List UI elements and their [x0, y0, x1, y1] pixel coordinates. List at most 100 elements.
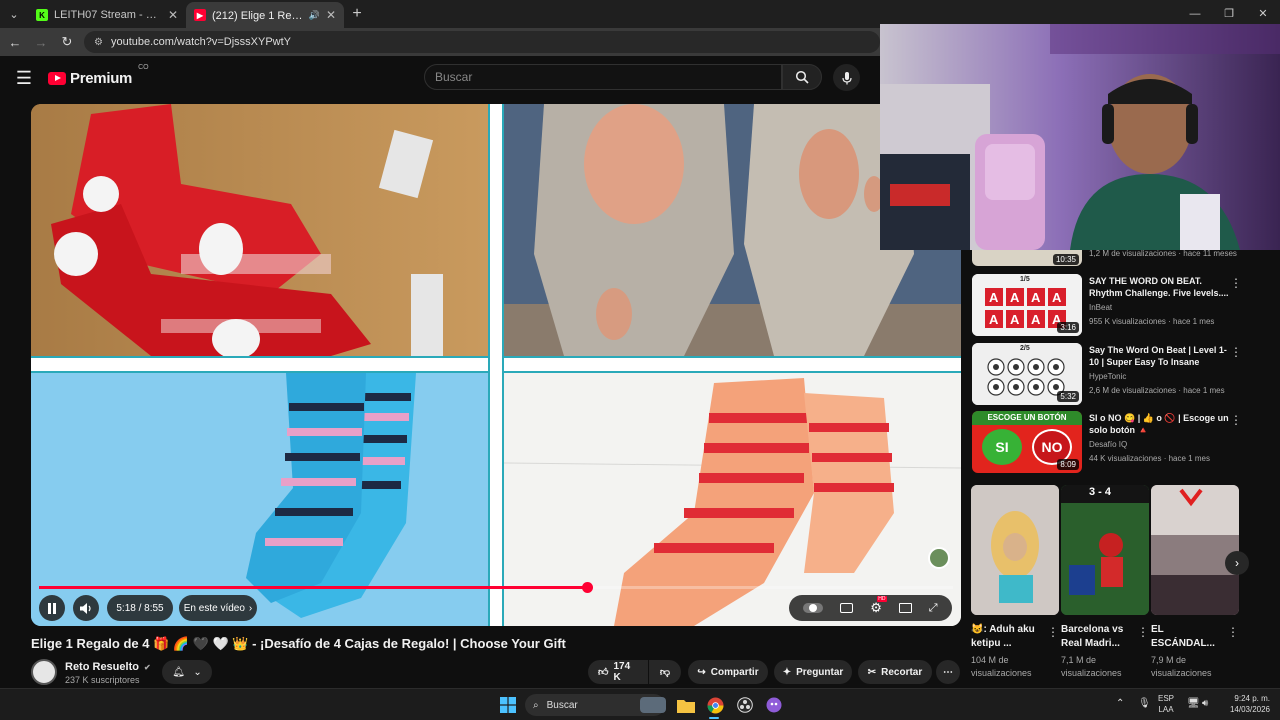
language-indicator[interactable]: ESP LAA: [1158, 693, 1174, 715]
more-vert-icon[interactable]: ⋮: [1230, 413, 1242, 427]
video-duration: 3:16: [1057, 322, 1079, 333]
progress-played: [39, 586, 588, 589]
short-item[interactable]: 3 - 4 Barcelona vs Real Madri... 7,1 M d…: [1061, 485, 1149, 680]
language-code: ESP: [1158, 694, 1175, 703]
sidebar-video[interactable]: 2/5 5:32 Say The Word On Beat | Level 1-…: [972, 343, 1242, 405]
like-count: 174 K: [613, 661, 631, 683]
ask-label: Preguntar: [796, 666, 844, 678]
volume-tray-icon[interactable]: 🔊︎: [1202, 698, 1208, 709]
thumbnail-banner: ESCOGE UN BOTÓN: [972, 411, 1082, 425]
country-code: CO: [138, 63, 149, 71]
more-vert-icon[interactable]: ⋮: [1230, 345, 1242, 359]
streaming-app-icon[interactable]: [764, 695, 784, 715]
menu-icon[interactable]: ☰: [0, 68, 48, 89]
video-duration: 5:32: [1057, 391, 1079, 402]
sidebar-video[interactable]: ESCOGE UN BOTÓN SI NO 8:09 SI o NO 😋 | 👍…: [972, 411, 1242, 473]
tab-youtube-video[interactable]: ▶ (212) Elige 1 Regalo de 4 🎁 🔊 ✕: [186, 2, 344, 28]
tab-search-menu-icon[interactable]: ⌄: [0, 0, 28, 28]
widgets-icon[interactable]: [640, 697, 666, 713]
microphone-tray-icon[interactable]: 🎙︎: [1138, 698, 1151, 709]
sidebar-video[interactable]: AAAAAAAA 1/5 3:16 SAY THE WORD ON BEAT. …: [972, 274, 1242, 336]
channel-name-row[interactable]: Reto Resuelto ✔: [65, 661, 151, 673]
video-channel[interactable]: Desafío IQ: [1089, 440, 1127, 449]
pause-button[interactable]: [39, 595, 65, 621]
voice-search-button[interactable]: [833, 64, 860, 91]
autoplay-toggle[interactable]: [803, 603, 824, 613]
video-channel[interactable]: InBeat: [1089, 303, 1112, 312]
more-vert-icon[interactable]: ⋮: [1230, 276, 1242, 290]
svg-text:A: A: [1010, 312, 1020, 327]
sidebar-video-partial[interactable]: 10:35 1,2 M de visualizaciones · hace 11…: [972, 249, 1242, 266]
progress-bar[interactable]: [39, 586, 953, 589]
miniplayer-icon[interactable]: [898, 603, 912, 613]
volume-icon: [79, 602, 91, 614]
youtube-play-icon: [48, 71, 66, 85]
video-thumbnail: 2/5 5:32: [972, 343, 1082, 405]
url-field[interactable]: ⚙ youtube.com/watch?v=DjsssXYPwtY: [84, 31, 880, 53]
video-channel[interactable]: HypeTonic: [1089, 372, 1126, 381]
back-icon[interactable]: ←: [6, 35, 24, 50]
more-vert-icon[interactable]: ⋮: [1227, 625, 1239, 639]
youtube-premium-logo[interactable]: Premium CO: [48, 64, 149, 87]
subscription-bell-button[interactable]: 🔔︎ ⌄: [162, 660, 212, 684]
shorts-next-button[interactable]: ›: [1225, 551, 1249, 575]
dislike-button[interactable]: 👎︎: [649, 660, 681, 684]
level-badge: 2/5: [1020, 345, 1030, 352]
video-thumbnail: AAAAAAAA 1/5 3:16: [972, 274, 1082, 336]
hd-badge: HD: [877, 596, 887, 602]
like-button[interactable]: 👍︎ 174 K: [588, 660, 648, 684]
close-tab-icon[interactable]: ✕: [326, 8, 336, 22]
video-player[interactable]: 5:18 / 8:55 En este vídeo › ⚙ HD ⤢: [31, 104, 961, 626]
forward-icon[interactable]: →: [32, 35, 50, 50]
reload-icon[interactable]: ↻: [58, 34, 76, 50]
video-title[interactable]: SAY THE WORD ON BEAT. Rhythm Challenge. …: [1089, 275, 1229, 299]
video-title[interactable]: SI o NO 😋 | 👍 o 🚫 | Escoge un solo botón…: [1089, 412, 1229, 436]
short-views: 7,9 M de visualizaciones: [1151, 655, 1212, 678]
sparkle-icon: ✦: [782, 666, 792, 678]
more-vert-icon[interactable]: ⋮: [1137, 625, 1149, 639]
video-duration: 10:35: [1052, 254, 1079, 265]
youtube-favicon-icon: ▶: [194, 9, 206, 21]
short-title: 😺: Aduh aku ketipu ...: [971, 624, 1035, 649]
windows-taskbar: ⌕ Buscar ⌃ 🎙︎ ESP LAA 🖥︎ 🔊︎ 9:24 p. m. 1…: [0, 688, 1280, 720]
close-tab-icon[interactable]: ✕: [168, 8, 178, 22]
site-info-icon[interactable]: ⚙: [94, 37, 103, 48]
more-vert-icon[interactable]: ⋮: [1047, 625, 1059, 639]
short-item[interactable]: EL ESCÁNDAL... 7,9 M de visualizaciones …: [1151, 485, 1239, 680]
fullscreen-icon[interactable]: ⤢: [929, 602, 938, 615]
new-tab-button[interactable]: +: [344, 5, 370, 23]
thumbs-up-icon: 👍︎: [598, 667, 609, 678]
ask-button[interactable]: ✦ Preguntar: [774, 660, 852, 684]
streamer-webcam-overlay: [880, 24, 1280, 250]
video-meta: 955 K visualizaciones · hace 1 mes: [1089, 317, 1215, 326]
windows-start-icon[interactable]: [498, 695, 518, 715]
volume-button[interactable]: [73, 595, 99, 621]
show-hidden-icons[interactable]: ⌃: [1116, 698, 1124, 709]
search-input[interactable]: Buscar: [424, 64, 782, 90]
short-item[interactable]: 😺: Aduh aku ketipu ... 104 M de visualiz…: [971, 485, 1059, 680]
channel-name[interactable]: Reto Resuelto: [65, 661, 139, 673]
tab-kick-stream[interactable]: K LEITH07 Stream - Watch Live on ✕: [28, 2, 186, 28]
short-thumbnail: 3 - 4: [1061, 485, 1149, 615]
network-icon[interactable]: 🖥︎: [1187, 698, 1200, 709]
share-button[interactable]: ↪ Compartir: [688, 660, 768, 684]
active-app-indicator: [709, 717, 719, 719]
more-actions-button[interactable]: ⋯: [936, 660, 960, 684]
chapter-button[interactable]: En este vídeo ›: [179, 595, 257, 621]
chapter-label: En este vídeo: [183, 602, 245, 614]
channel-avatar[interactable]: [31, 659, 57, 685]
obs-icon[interactable]: [735, 695, 755, 715]
chrome-icon[interactable]: [705, 695, 725, 715]
video-thumbnail: ESCOGE UN BOTÓN SI NO 8:09: [972, 411, 1082, 473]
subtitles-icon[interactable]: [840, 603, 854, 613]
level-badge: 1/5: [1020, 276, 1030, 283]
channel-watermark[interactable]: [928, 547, 950, 569]
scissors-icon: ✂: [867, 666, 877, 678]
speaker-icon[interactable]: 🔊: [309, 10, 320, 21]
settings-icon[interactable]: ⚙ HD: [870, 596, 887, 616]
file-explorer-icon[interactable]: [676, 695, 696, 715]
search-button[interactable]: [782, 64, 822, 90]
clock[interactable]: 9:24 p. m. 14/03/2026: [1226, 693, 1270, 715]
video-title[interactable]: Say The Word On Beat | Level 1-10 | Supe…: [1089, 344, 1229, 368]
clip-button[interactable]: ✂ Recortar: [858, 660, 932, 684]
